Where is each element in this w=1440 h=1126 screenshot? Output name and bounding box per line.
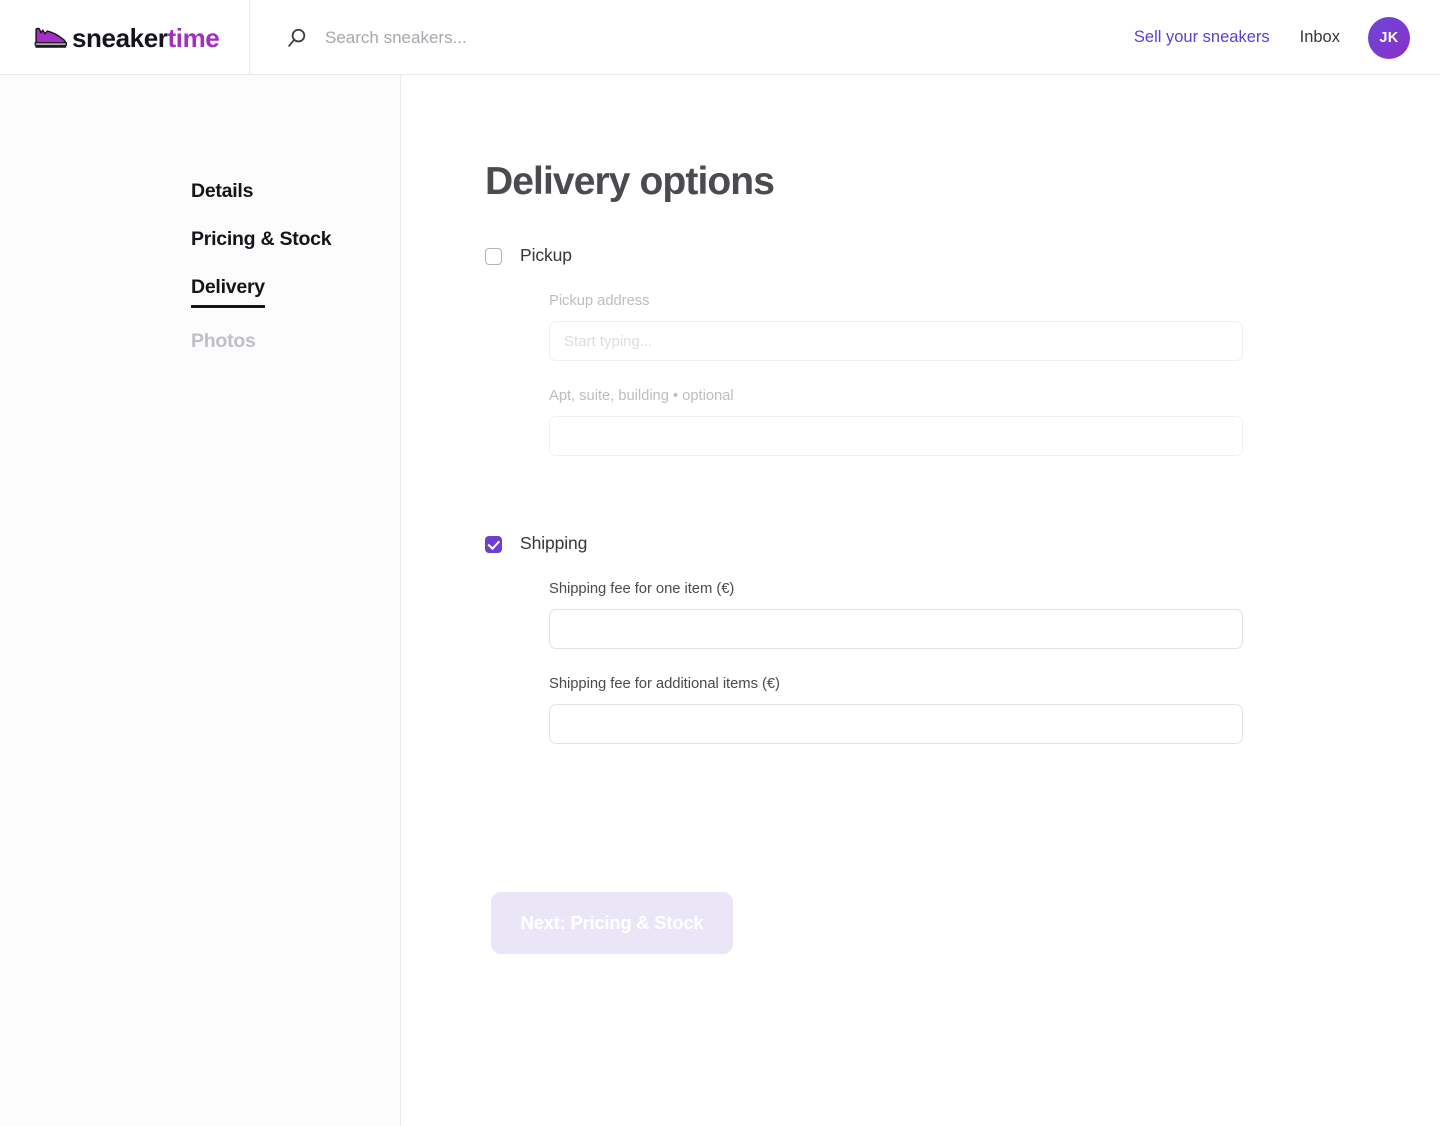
pickup-apt-label: Apt, suite, building • optional: [549, 387, 1243, 405]
sneaker-icon: [32, 24, 70, 52]
search-icon[interactable]: [286, 27, 308, 49]
shipping-fields: Shipping fee for one item (€) Shipping f…: [549, 580, 1243, 744]
inbox-link[interactable]: Inbox: [1300, 28, 1340, 47]
shipping-fee-additional-label: Shipping fee for additional items (€): [549, 675, 1243, 693]
pickup-checkbox-row[interactable]: Pickup: [485, 245, 572, 265]
shipping-fee-one-input[interactable]: [549, 609, 1243, 649]
sidebar-item-pricing-stock[interactable]: Pricing & Stock: [191, 226, 331, 254]
pickup-apt-field: Apt, suite, building • optional: [549, 387, 1243, 456]
shipping-checkbox[interactable]: [485, 536, 502, 553]
shipping-checkbox-row[interactable]: Shipping: [485, 533, 587, 553]
top-header: sneakertime Sell your sneakers Inbox JK: [0, 0, 1440, 75]
app-root: sneakertime Sell your sneakers Inbox JK …: [0, 0, 1440, 1126]
shipping-option-group: Shipping Shipping fee for one item (€) S…: [485, 533, 1243, 744]
brand-logo-link[interactable]: sneakertime: [0, 0, 250, 75]
wizard-step-list: Details Pricing & Stock Delivery Photos: [191, 178, 331, 356]
shipping-fee-additional-field: Shipping fee for additional items (€): [549, 675, 1243, 744]
brand-word-one: sneaker: [72, 23, 168, 53]
sidebar-item-photos: Photos: [191, 328, 256, 356]
pickup-fields: Pickup address Apt, suite, building • op…: [549, 292, 1243, 456]
brand-word-two: time: [168, 23, 220, 53]
shipping-label: Shipping: [520, 533, 587, 553]
avatar[interactable]: JK: [1368, 17, 1410, 59]
pickup-checkbox[interactable]: [485, 248, 502, 265]
pickup-address-label: Pickup address: [549, 292, 1243, 310]
pickup-label: Pickup: [520, 245, 572, 265]
main-content: Delivery options Pickup Pickup address A…: [402, 75, 1440, 1126]
sidebar-item-details[interactable]: Details: [191, 178, 253, 206]
next-pricing-stock-button[interactable]: Next: Pricing & Stock: [491, 892, 733, 954]
pickup-apt-input[interactable]: [549, 416, 1243, 456]
page-title: Delivery options: [485, 161, 774, 204]
brand-name: sneakertime: [72, 25, 219, 51]
pickup-option-group: Pickup Pickup address Apt, suite, buildi…: [485, 245, 1243, 456]
shipping-fee-additional-input[interactable]: [549, 704, 1243, 744]
search-bar: [250, 0, 1134, 75]
sidebar-item-delivery[interactable]: Delivery: [191, 274, 265, 308]
pickup-address-field: Pickup address: [549, 292, 1243, 361]
sell-your-sneakers-link[interactable]: Sell your sneakers: [1134, 28, 1270, 47]
shipping-fee-one-field: Shipping fee for one item (€): [549, 580, 1243, 649]
pickup-address-input[interactable]: [549, 321, 1243, 361]
header-actions: Sell your sneakers Inbox JK: [1134, 0, 1440, 75]
search-input[interactable]: [325, 23, 885, 53]
wizard-sidebar: Details Pricing & Stock Delivery Photos: [0, 75, 401, 1126]
shipping-fee-one-label: Shipping fee for one item (€): [549, 580, 1243, 598]
